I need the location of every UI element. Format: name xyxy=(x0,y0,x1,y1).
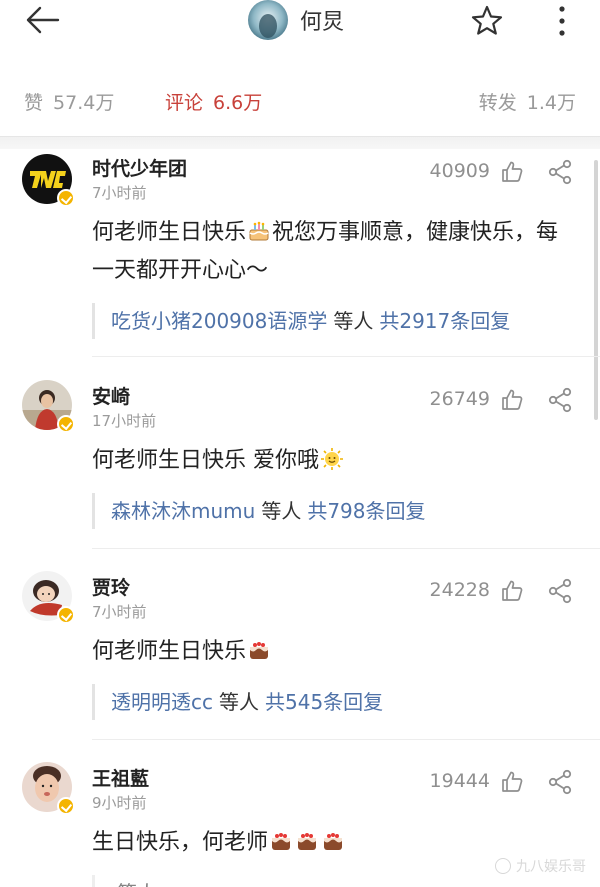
back-arrow-icon[interactable] xyxy=(22,4,64,36)
reply-users[interactable]: 吃货小猪200908语源学 xyxy=(111,309,327,333)
page-title: 何炅 xyxy=(300,10,345,35)
stats-bar: 赞 57.4万 评论 6.6万 转发 1.4万 xyxy=(0,80,600,124)
comment-text: 何老师生日快乐 爱你哦 xyxy=(92,442,562,480)
watermark-logo-icon xyxy=(495,858,511,874)
reply-etc: 等人 xyxy=(219,690,259,714)
avatar[interactable] xyxy=(22,571,75,624)
comment-item: 安崎 17小时前 26749 何老师生日快乐 爱你哦 森林沐沐mumu 等人 共79… xyxy=(0,378,600,558)
reply-summary[interactable]: 吃货小猪200908语源学 等人 共2917条回复 xyxy=(92,303,572,339)
verified-badge-icon xyxy=(57,797,75,815)
comment-item: 贾玲 7小时前 24228 何老师生日快乐 透明明透cc 等人 共545条回复 xyxy=(0,569,600,749)
header-profile[interactable]: 何炅 xyxy=(248,0,344,40)
comment-text: 何老师生日快乐 xyxy=(92,633,562,671)
cake-emoji-icon xyxy=(250,642,269,659)
comments-label: 评论 xyxy=(165,92,204,114)
comment-divider xyxy=(92,548,600,549)
verified-badge-icon xyxy=(57,189,75,207)
reposts-count: 1.4万 xyxy=(526,92,576,114)
cake-emoji-icon xyxy=(298,833,317,850)
reply-count-link[interactable]: 共2917条回复 xyxy=(379,309,510,333)
avatar[interactable] xyxy=(22,762,75,815)
avatar[interactable] xyxy=(22,154,75,207)
comment-divider xyxy=(92,356,600,357)
reply-etc: 等人 xyxy=(261,499,302,523)
avatar[interactable] xyxy=(22,380,75,433)
cake-emoji-icon xyxy=(272,833,291,850)
thumbs-up-icon[interactable] xyxy=(500,579,524,603)
reply-count-link[interactable]: 共545条回复 xyxy=(265,690,383,714)
reply-summary[interactable]: 等人 xyxy=(92,875,572,887)
verified-badge-icon xyxy=(57,415,75,433)
comment-like-count: 26749 xyxy=(429,388,490,410)
comment-username[interactable]: 时代少年团 xyxy=(92,154,187,181)
share-icon[interactable] xyxy=(548,578,572,604)
comment-like-count: 40909 xyxy=(429,160,490,182)
comment-text: 何老师生日快乐 祝您万事顺意，健康快乐，每一天都开开心心～ xyxy=(92,214,562,290)
cake-emoji-icon xyxy=(324,833,343,850)
sun-smile-emoji-icon xyxy=(321,448,343,470)
reply-etc: 等人 xyxy=(333,309,374,333)
comments-count: 6.6万 xyxy=(213,92,263,114)
top-bar: 何炅 xyxy=(0,0,600,50)
comment-text-part: 何老师生日快乐 xyxy=(92,639,247,664)
comment-text-part: 何老师生日快乐 爱你哦 xyxy=(92,448,319,473)
thumbs-up-icon[interactable] xyxy=(500,770,524,794)
reply-etc: 等人 xyxy=(117,881,157,887)
reposts-tab[interactable]: 转发 1.4万 xyxy=(479,88,576,115)
comment-text-part: 何老师生日快乐 xyxy=(92,220,247,245)
comment-like-count: 19444 xyxy=(429,770,490,792)
likes-count: 57.4万 xyxy=(53,92,115,114)
comment-text-part: 生日快乐，何老师 xyxy=(92,830,269,855)
comments-tab[interactable]: 评论 6.6万 xyxy=(165,88,262,115)
birthday-cake-emoji-icon xyxy=(249,221,269,241)
verified-badge-icon xyxy=(57,606,75,624)
comment-time: 9小时前 xyxy=(92,794,147,812)
thumbs-up-icon[interactable] xyxy=(500,388,524,412)
likes-label: 赞 xyxy=(24,92,44,114)
comment-time: 7小时前 xyxy=(92,184,147,202)
share-icon[interactable] xyxy=(548,769,572,795)
comment-item: 时代少年团 7小时前 40909 何老师生日快乐 祝您万事顺意，健康快乐，每一天都… xyxy=(0,150,600,360)
share-icon[interactable] xyxy=(548,387,572,413)
reply-summary[interactable]: 透明明透cc 等人 共545条回复 xyxy=(92,684,572,720)
thumbs-up-icon[interactable] xyxy=(500,160,524,184)
star-icon[interactable] xyxy=(470,4,504,36)
comment-time: 17小时前 xyxy=(92,412,157,430)
more-vertical-icon[interactable] xyxy=(550,4,574,38)
likes-tab[interactable]: 赞 57.4万 xyxy=(24,88,114,115)
reply-summary[interactable]: 森林沐沐mumu 等人 共798条回复 xyxy=(92,493,572,529)
reply-users[interactable]: 森林沐沐mumu xyxy=(111,499,255,523)
watermark: 九八娱乐哥 xyxy=(495,856,586,876)
reply-users[interactable]: 透明明透cc xyxy=(111,690,213,714)
share-icon[interactable] xyxy=(548,159,572,185)
reposts-label: 转发 xyxy=(478,92,517,114)
reply-count-link[interactable]: 共798条回复 xyxy=(307,499,425,523)
comment-username[interactable]: 贾玲 xyxy=(92,573,130,600)
comment-divider xyxy=(92,739,600,740)
comment-like-count: 24228 xyxy=(429,579,490,601)
header-avatar[interactable] xyxy=(248,0,288,40)
comment-username[interactable]: 安崎 xyxy=(92,382,130,409)
comment-time: 7小时前 xyxy=(92,603,147,621)
section-divider xyxy=(0,136,600,149)
watermark-text: 九八娱乐哥 xyxy=(516,859,586,875)
comment-username[interactable]: 王祖藍 xyxy=(92,764,149,791)
comment-text: 生日快乐，何老师 xyxy=(92,824,562,862)
